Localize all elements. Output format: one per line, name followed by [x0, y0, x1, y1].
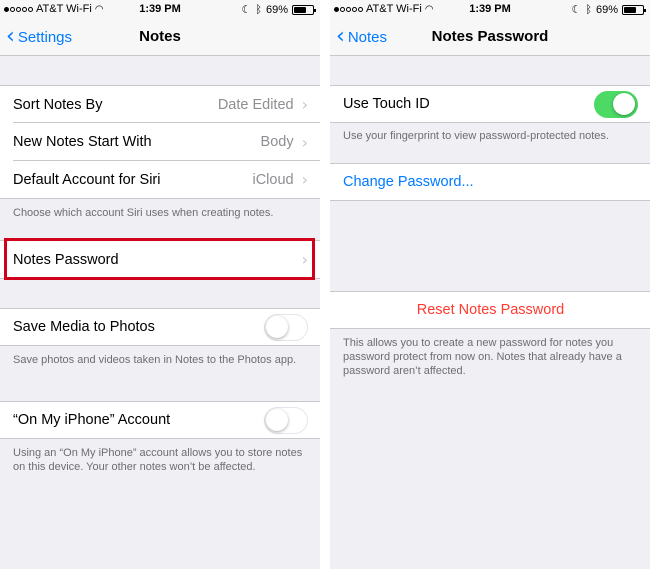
- save-media-row: Save Media to Photos: [0, 308, 320, 346]
- chevron-right-icon: ›: [301, 170, 308, 189]
- battery-icon: [292, 4, 316, 15]
- page-title: Notes: [139, 28, 181, 45]
- bluetooth-icon: ᛒ: [585, 3, 592, 16]
- save-media-toggle[interactable]: [264, 313, 308, 341]
- reset-footer: This allows you to create a new password…: [343, 337, 622, 377]
- navigation-bar: ‹ Notes Notes Password: [330, 20, 650, 56]
- change-password-row[interactable]: Change Password...: [330, 163, 650, 201]
- new-notes-start-with-row[interactable]: New Notes Start With Body ›: [0, 123, 320, 161]
- touch-id-toggle[interactable]: [594, 90, 638, 118]
- row-label: Default Account for Siri: [13, 171, 161, 188]
- use-touch-id-row: Use Touch ID: [330, 85, 650, 123]
- reset-notes-password-button[interactable]: Reset Notes Password: [330, 291, 650, 329]
- change-password-link: Change Password...: [343, 174, 474, 190]
- battery-fill: [294, 6, 307, 13]
- row-label: Save Media to Photos: [13, 319, 155, 335]
- toggle-knob: [266, 408, 288, 431]
- default-account-siri-row[interactable]: Default Account for Siri iCloud ›: [0, 161, 320, 199]
- moon-icon: ☾: [571, 4, 582, 16]
- battery-percent: 69%: [265, 3, 288, 16]
- chevron-right-icon: ›: [301, 132, 308, 152]
- notes-password-row[interactable]: Notes Password ›: [0, 240, 320, 279]
- navigation-bar: ‹ Settings Notes: [0, 20, 320, 56]
- on-my-iphone-toggle[interactable]: [264, 406, 308, 434]
- row-label: Notes Password: [13, 251, 119, 268]
- sort-notes-by-row[interactable]: Sort Notes By Date Edited ›: [0, 85, 320, 123]
- row-value: Body: [260, 134, 294, 150]
- battery-fill: [624, 6, 637, 13]
- chevron-right-icon: ›: [301, 250, 308, 269]
- on-my-iphone-footer: Using an “On My iPhone” account allows y…: [13, 447, 303, 473]
- row-label: Use Touch ID: [343, 96, 430, 112]
- row-label: “On My iPhone” Account: [13, 412, 171, 428]
- moon-icon: ☾: [241, 4, 252, 16]
- page-title: Notes Password: [431, 28, 549, 45]
- status-right: ☾ ᛒ 69%: [241, 3, 316, 16]
- row-label: Sort Notes By: [13, 96, 103, 113]
- toggle-knob: [613, 92, 635, 115]
- on-my-iphone-row: “On My iPhone” Account: [0, 401, 320, 439]
- save-media-footer: Save photos and videos taken in Notes to…: [13, 354, 297, 366]
- battery-icon: [622, 4, 646, 15]
- toggle-knob: [266, 315, 288, 338]
- chevron-right-icon: ›: [301, 95, 308, 114]
- notes-settings-screen: AT&T Wi-Fi ◠ 1:39 PM ☾ ᛒ 69% ‹ Settings …: [0, 0, 320, 569]
- reset-label: Reset Notes Password: [416, 302, 565, 318]
- row-label: New Notes Start With: [13, 134, 152, 150]
- row-value: iCloud: [252, 171, 294, 188]
- touch-id-footer: Use your fingerprint to view password-pr…: [343, 130, 609, 142]
- siri-footer: Choose which account Siri uses when crea…: [13, 207, 274, 219]
- status-right: ☾ ᛒ 69%: [571, 3, 646, 16]
- status-bar: AT&T Wi-Fi ◠ 1:39 PM ☾ ᛒ 69%: [330, 0, 650, 20]
- notes-password-screen: AT&T Wi-Fi ◠ 1:39 PM ☾ ᛒ 69% ‹ Notes Not…: [330, 0, 650, 569]
- row-value: Date Edited: [217, 96, 294, 113]
- bluetooth-icon: ᛒ: [255, 3, 262, 16]
- status-bar: AT&T Wi-Fi ◠ 1:39 PM ☾ ᛒ 69%: [0, 0, 320, 20]
- battery-percent: 69%: [595, 3, 618, 16]
